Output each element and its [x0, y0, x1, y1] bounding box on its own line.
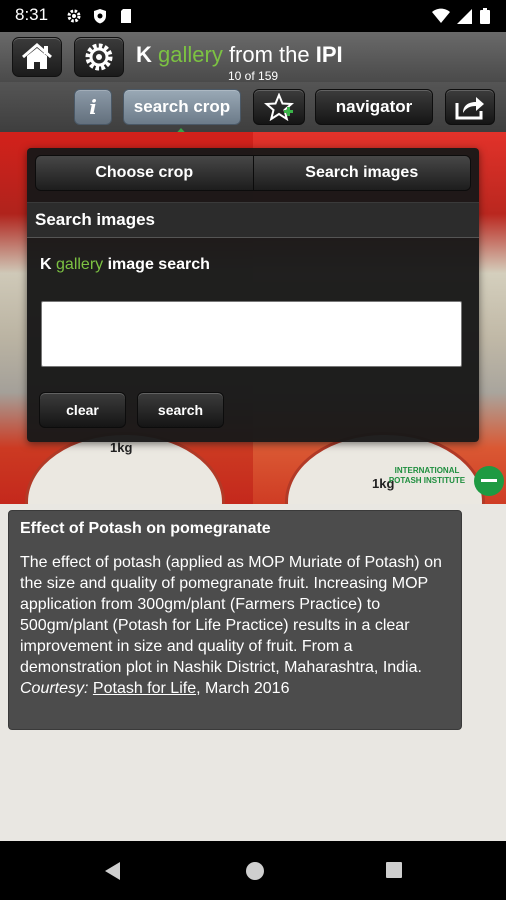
tab-choose-crop[interactable]: Choose crop	[36, 156, 253, 190]
caption-courtesy: Courtesy:	[20, 680, 89, 697]
app-title: K gallery from the IPI	[136, 42, 343, 67]
scale-left-label: 1kg	[110, 440, 133, 455]
navigator-button[interactable]: navigator	[315, 89, 433, 125]
section-title: Search images	[35, 210, 156, 229]
search-tabs: Choose crop Search images	[35, 155, 471, 191]
share-button[interactable]	[445, 89, 495, 125]
shield-status-icon	[94, 9, 106, 24]
favorite-button[interactable]	[253, 89, 305, 125]
search-panel: Choose crop Search images Search images …	[27, 148, 479, 442]
search-title: K gallery image search	[40, 256, 210, 273]
gear-icon	[85, 43, 113, 71]
back-icon[interactable]	[102, 860, 122, 882]
caption-date: , March 2016	[196, 680, 290, 697]
status-bar: 8:31	[0, 0, 506, 32]
status-time: 8:31	[15, 5, 49, 24]
image-counter: 10 of 159	[228, 69, 279, 83]
wifi-icon	[432, 8, 450, 23]
settings-status-icon	[67, 9, 81, 23]
home-icon	[22, 43, 52, 69]
caption-link[interactable]: Potash for Life	[93, 680, 196, 697]
clear-button[interactable]: clear	[39, 392, 126, 428]
toolbar: i search crop navigator	[0, 82, 506, 132]
caption-title: Effect of Potash on pomegranate	[20, 520, 271, 537]
recents-icon[interactable]	[384, 860, 404, 880]
caption-text: The effect of potash (applied as MOP Mur…	[20, 554, 442, 676]
search-button[interactable]: search	[137, 392, 224, 428]
search-input[interactable]	[41, 301, 462, 367]
info-button[interactable]: i	[74, 89, 112, 125]
signal-icon	[457, 9, 472, 24]
caption-body: The effect of potash (applied as MOP Mur…	[20, 552, 450, 699]
share-icon	[455, 97, 484, 120]
home-nav-icon[interactable]	[244, 860, 266, 882]
system-nav-bar	[0, 841, 506, 900]
ipi-logo-icon	[474, 466, 504, 496]
image-caption: Effect of Potash on pomegranate The effe…	[8, 510, 462, 730]
home-button[interactable]	[12, 37, 62, 77]
settings-button[interactable]	[74, 37, 124, 77]
section-header: Search images	[27, 202, 479, 238]
battery-icon	[480, 8, 490, 24]
info-icon: i	[89, 95, 97, 119]
star-add-icon	[264, 93, 294, 121]
ipi-logo-text: INTERNATIONAL POTASH INSTITUTE	[388, 466, 466, 485]
app-header: K gallery from the IPI 10 of 159	[0, 32, 506, 83]
sd-card-status-icon	[121, 9, 131, 23]
tab-search-images[interactable]: Search images	[252, 156, 470, 190]
search-crop-button[interactable]: search crop	[123, 89, 241, 125]
